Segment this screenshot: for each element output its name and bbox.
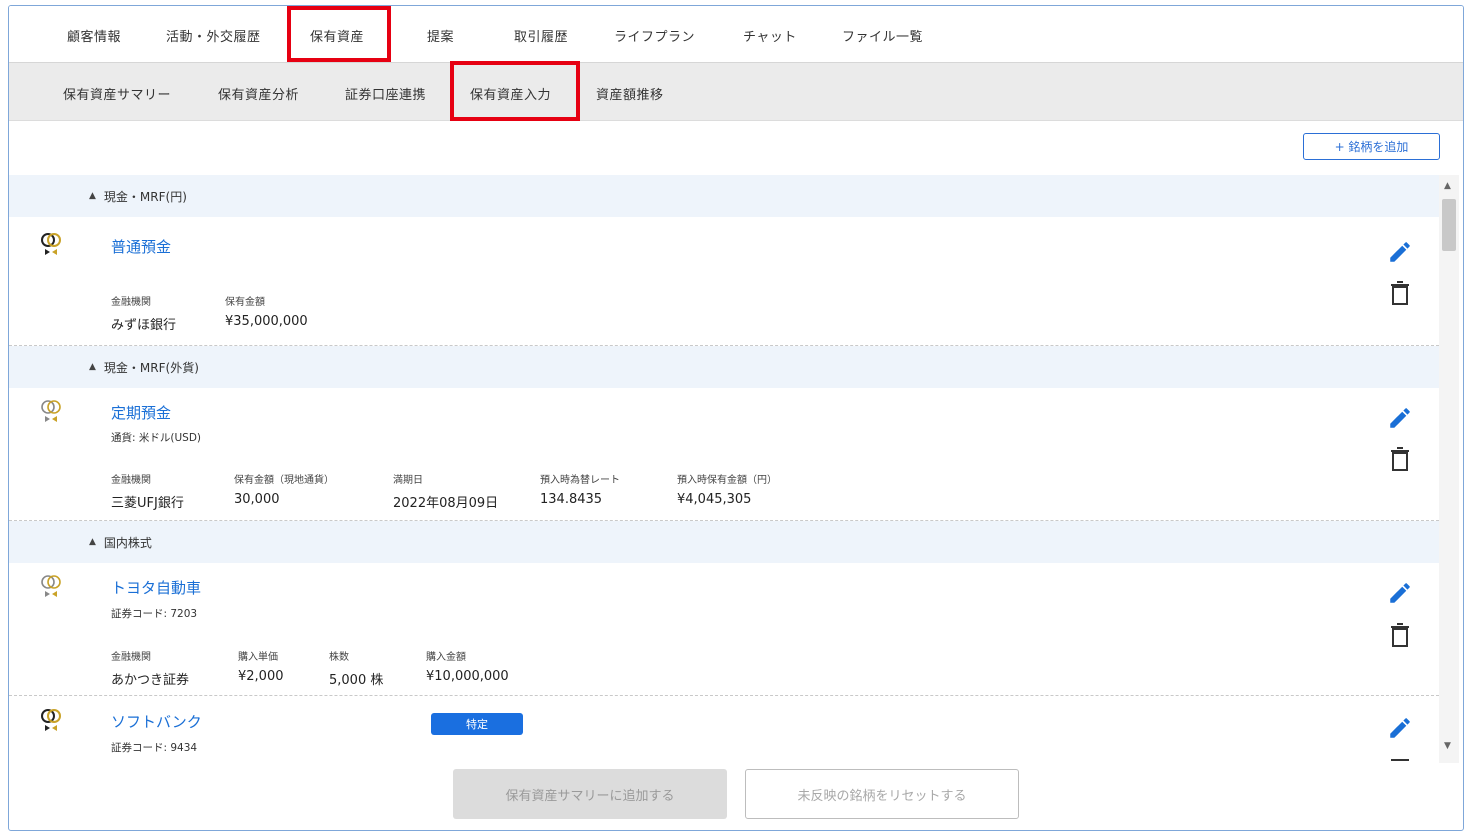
field-value: ¥10,000,000 — [426, 669, 509, 684]
subtab-brokerage-link[interactable]: 証券口座連携 — [345, 84, 426, 103]
field-label: 預入時保有金額（円） — [677, 475, 777, 486]
trash-icon[interactable] — [1389, 280, 1411, 306]
section-header-cash-fx[interactable]: ▲ 現金・MRF(外貨) — [9, 346, 1439, 388]
field-label: 金融機関 — [111, 297, 151, 308]
asset-name-futsu-yokin[interactable]: 普通預金 — [111, 236, 171, 257]
row-divider — [9, 695, 1439, 696]
section-title: 現金・MRF(外貨) — [103, 360, 199, 375]
field-value: 三菱UFJ銀行 — [111, 496, 184, 511]
asset-name-softbank[interactable]: ソフトバンク — [111, 711, 202, 732]
field-label: 購入単価 — [238, 652, 278, 663]
pencil-icon[interactable] — [1387, 405, 1413, 431]
field-value: ¥35,000,000 — [225, 314, 308, 329]
subtab-holdings-input[interactable]: 保有資産入力 — [470, 84, 551, 103]
rings-icon — [41, 400, 61, 422]
field-label: 保有金額 — [225, 297, 265, 308]
subtab-holdings-summary[interactable]: 保有資産サマリー — [63, 84, 171, 103]
trash-icon[interactable] — [1389, 622, 1411, 648]
subtab-holdings-analysis[interactable]: 保有資産分析 — [218, 84, 299, 103]
add-to-summary-button[interactable]: 保有資産サマリーに追加する — [453, 769, 727, 819]
triangle-up-icon: ▲ — [89, 537, 96, 547]
field-value: ¥4,045,305 — [677, 492, 752, 507]
section-header-cash-jpy[interactable]: ▲ 現金・MRF(円) — [9, 175, 1439, 217]
add-security-button[interactable]: + 銘柄を追加 — [1303, 133, 1440, 160]
holdings-list: ▲ 現金・MRF(円) 普通預金 金融機関 みずほ銀行 保有金額 ¥35,000… — [9, 175, 1439, 763]
section-title: 国内株式 — [103, 535, 152, 550]
triangle-up-icon: ▲ — [89, 191, 96, 201]
field-value: ¥2,000 — [238, 669, 284, 684]
pencil-icon[interactable] — [1387, 580, 1413, 606]
field-label: 金融機関 — [111, 652, 151, 663]
main-window: 顧客情報 活動・外交履歴 保有資産 提案 取引履歴 ライフプラン チャット ファ… — [8, 5, 1464, 831]
tab-customer-info[interactable]: 顧客情報 — [67, 26, 121, 45]
field-value: 134.8435 — [540, 492, 603, 507]
rings-icon — [41, 575, 61, 597]
asset-name-teiki-yokin[interactable]: 定期預金 — [111, 402, 171, 423]
field-label: 保有金額（現地通貨） — [234, 475, 334, 486]
reset-unreflected-button[interactable]: 未反映の銘柄をリセットする — [745, 769, 1019, 819]
trash-icon[interactable] — [1389, 755, 1411, 763]
field-value: あかつき証券 — [111, 673, 190, 688]
field-label: 株数 — [329, 652, 349, 663]
rings-icon — [41, 709, 61, 731]
security-code-label: 証券コード: 9434 — [111, 742, 198, 754]
field-label: 購入金額 — [426, 652, 466, 663]
tab-activity-history[interactable]: 活動・外交履歴 — [166, 26, 261, 45]
asset-name-toyota[interactable]: トヨタ自動車 — [111, 577, 201, 598]
tab-chat[interactable]: チャット — [743, 26, 797, 45]
subtab-asset-trend[interactable]: 資産額推移 — [596, 84, 664, 103]
tab-file-list[interactable]: ファイル一覧 — [842, 26, 923, 45]
triangle-up-icon: ▲ — [89, 362, 96, 372]
currency-label: 通貨: 米ドル(USD) — [111, 432, 202, 444]
pencil-icon[interactable] — [1387, 715, 1413, 741]
tab-transaction-history[interactable]: 取引履歴 — [514, 26, 568, 45]
section-header-domestic-stock[interactable]: ▲ 国内株式 — [9, 521, 1439, 563]
scroll-up-arrow-icon[interactable]: ▲ — [1444, 181, 1451, 191]
scroll-thumb[interactable] — [1442, 199, 1456, 251]
field-value: 5,000 株 — [329, 673, 384, 688]
scroll-down-arrow-icon[interactable]: ▼ — [1444, 741, 1451, 751]
pencil-icon[interactable] — [1387, 239, 1413, 265]
trash-icon[interactable] — [1389, 446, 1411, 472]
account-type-badge: 特定 — [431, 713, 523, 735]
tab-proposal[interactable]: 提案 — [427, 26, 454, 45]
field-label: 金融機関 — [111, 475, 151, 486]
field-value: 30,000 — [234, 492, 280, 507]
tab-holdings[interactable]: 保有資産 — [310, 26, 364, 45]
field-label: 満期日 — [393, 475, 423, 486]
scrollbar[interactable]: ▲ ▼ — [1439, 175, 1459, 763]
tab-life-plan[interactable]: ライフプラン — [614, 26, 695, 45]
field-label: 預入時為替レート — [540, 475, 620, 486]
rings-icon — [41, 233, 61, 255]
section-title: 現金・MRF(円) — [103, 189, 187, 204]
field-value: 2022年08月09日 — [393, 496, 499, 511]
security-code-label: 証券コード: 7203 — [111, 608, 198, 620]
field-value: みずほ銀行 — [111, 318, 177, 333]
